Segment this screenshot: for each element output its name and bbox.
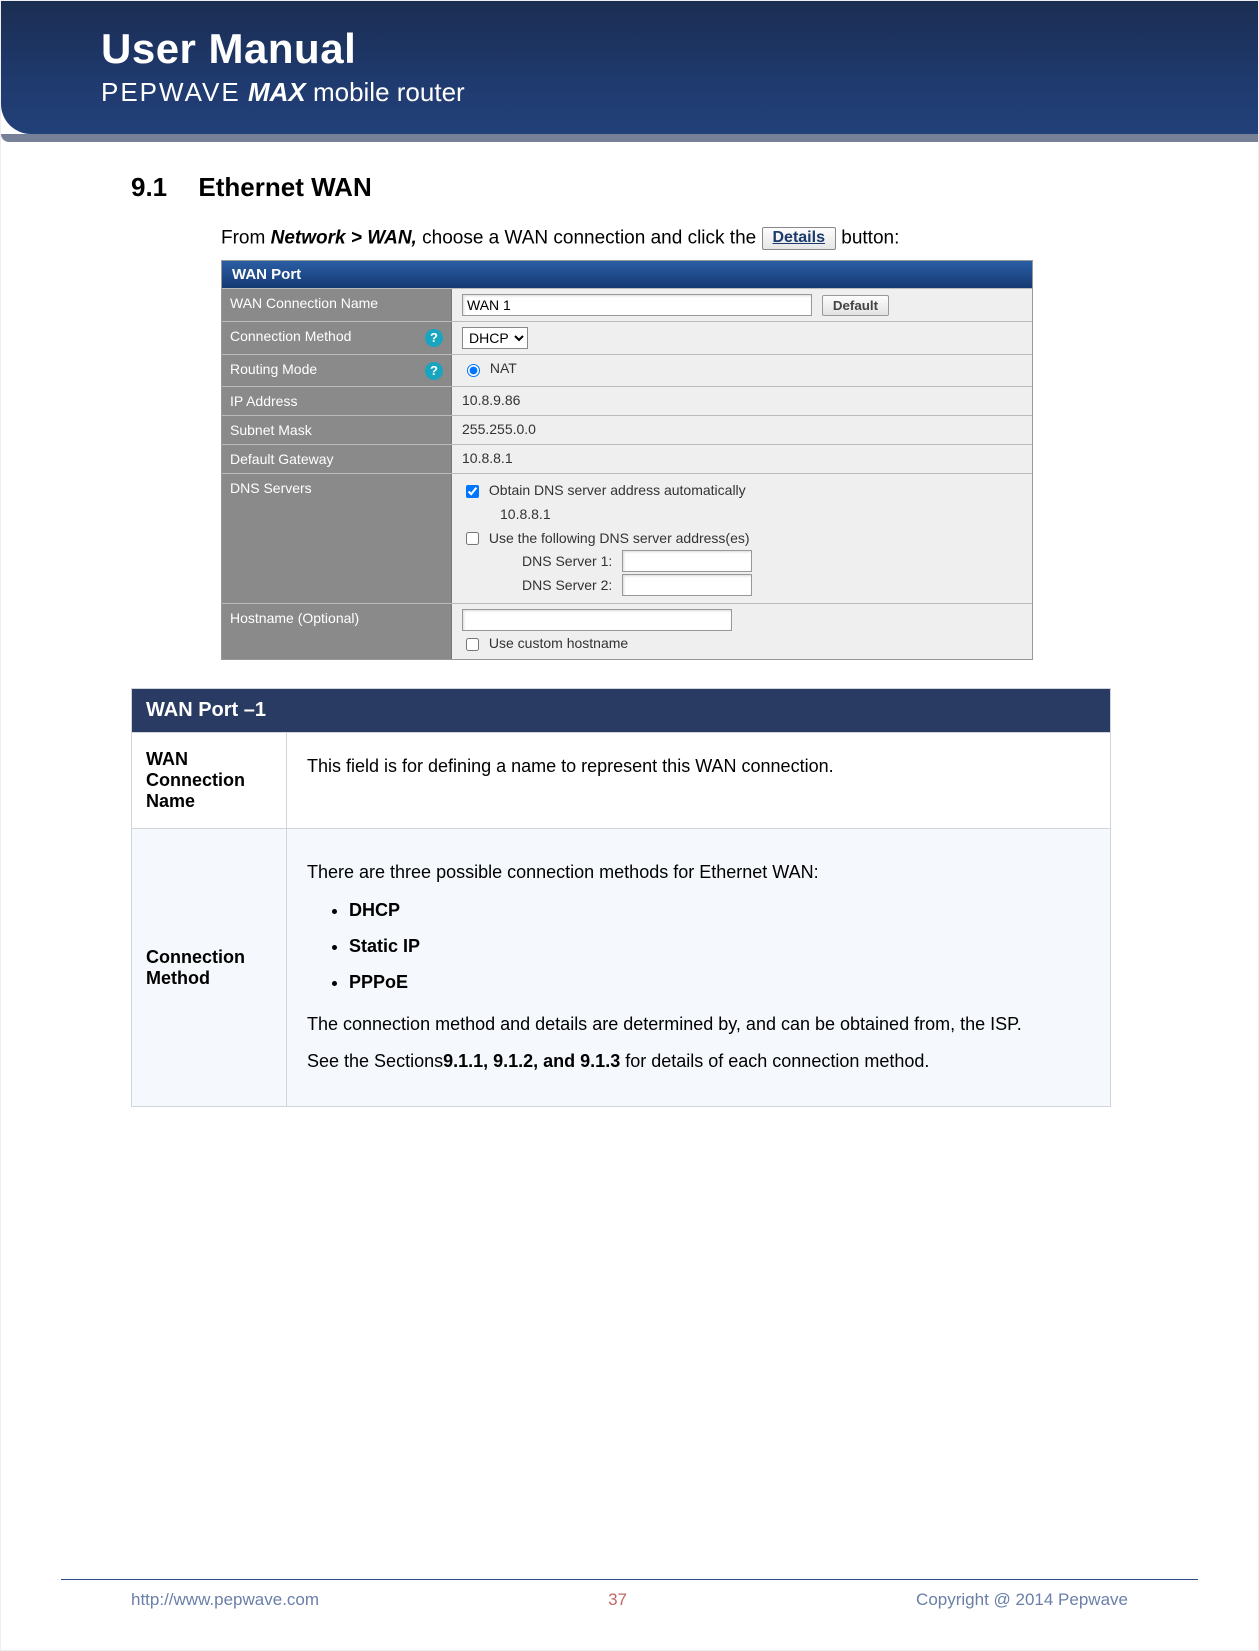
desc-label: WAN Connection Name [132, 733, 287, 828]
breadcrumb: Network > WAN, [271, 228, 417, 249]
dns-server2-input[interactable] [622, 574, 752, 596]
section-title: Ethernet WAN [198, 172, 371, 202]
document-header: User Manual PEPWAVE MAX mobile router [1, 1, 1258, 134]
desc-body: There are three possible connection meth… [287, 829, 1110, 1106]
row-dns-servers: DNS Servers Obtain DNS server address au… [222, 473, 1032, 603]
dns-auto-value: 10.8.8.1 [500, 503, 1022, 527]
label-wan-connection-name: WAN Connection Name [222, 289, 452, 321]
tagline: mobile router [313, 77, 465, 107]
row-connection-method: Connection Method ? DHCP [222, 321, 1032, 354]
section-number: 9.1 [131, 172, 167, 202]
wan-port-panel: WAN Port WAN Connection Name Default Con… [221, 260, 1033, 660]
details-button[interactable]: Details [762, 227, 836, 250]
dns-manual-option[interactable]: Use the following DNS server address(es) [462, 530, 750, 546]
dns-server2-label: DNS Server 2: [522, 577, 612, 593]
label-dns-servers: DNS Servers [222, 474, 452, 603]
value-subnet-mask: 255.255.0.0 [452, 416, 1032, 444]
model-name: MAX [248, 77, 306, 107]
value-default-gateway: 10.8.8.1 [452, 445, 1032, 473]
label-hostname: Hostname (Optional) [222, 604, 452, 659]
routing-mode-nat[interactable]: NAT [462, 360, 517, 376]
brand-name: PEPWAVE [101, 77, 241, 107]
list-item: Static IP [349, 933, 1090, 961]
description-table: WAN Port –1 WAN Connection Name This fie… [131, 688, 1111, 1107]
dns-manual-checkbox[interactable] [466, 532, 479, 545]
row-hostname: Hostname (Optional) Use custom hostname [222, 603, 1032, 659]
footer-copyright: Copyright @ 2014 Pepwave [916, 1590, 1128, 1610]
desc-body: This field is for defining a name to rep… [287, 733, 1110, 828]
row-wan-connection-name: WAN Connection Name Default [222, 288, 1032, 321]
value-ip-address: 10.8.9.86 [452, 387, 1032, 415]
row-default-gateway: Default Gateway 10.8.8.1 [222, 444, 1032, 473]
desc-table-header: WAN Port –1 [132, 689, 1110, 732]
list-item: PPPoE [349, 969, 1090, 997]
dns-auto-checkbox[interactable] [466, 485, 479, 498]
custom-hostname-checkbox[interactable] [466, 638, 479, 651]
dns-server1-label: DNS Server 1: [522, 553, 612, 569]
label-default-gateway: Default Gateway [222, 445, 452, 473]
desc-label: Connection Method [132, 829, 287, 1106]
dns-auto-option[interactable]: Obtain DNS server address automatically [462, 482, 746, 498]
connection-method-select[interactable]: DHCP [462, 327, 528, 349]
desc-row-connection-method: Connection Method There are three possib… [132, 828, 1110, 1106]
desc-row-wan-connection-name: WAN Connection Name This field is for de… [132, 732, 1110, 828]
section-heading: 9.1 Ethernet WAN [131, 172, 1128, 203]
method-list: DHCP Static IP PPPoE [349, 897, 1090, 997]
dns-server1-input[interactable] [622, 550, 752, 572]
header-subtitle: PEPWAVE MAX mobile router [101, 77, 1198, 108]
footer-divider [61, 1579, 1198, 1580]
header-title: User Manual [101, 25, 1198, 73]
row-subnet-mask: Subnet Mask 255.255.0.0 [222, 415, 1032, 444]
nat-radio[interactable] [467, 364, 480, 377]
footer-url: http://www.pepwave.com [131, 1590, 319, 1610]
label-subnet-mask: Subnet Mask [222, 416, 452, 444]
label-connection-method: Connection Method ? [222, 322, 452, 354]
wan-connection-name-input[interactable] [462, 294, 812, 316]
list-item: DHCP [349, 897, 1090, 925]
custom-hostname-option[interactable]: Use custom hostname [462, 635, 628, 651]
help-icon[interactable]: ? [425, 329, 443, 347]
help-icon[interactable]: ? [425, 362, 443, 380]
label-ip-address: IP Address [222, 387, 452, 415]
intro-text: From Network > WAN, choose a WAN connect… [221, 227, 1128, 250]
hostname-input[interactable] [462, 609, 732, 631]
page-footer: http://www.pepwave.com 37 Copyright @ 20… [131, 1590, 1128, 1610]
panel-title: WAN Port [222, 261, 1032, 288]
row-ip-address: IP Address 10.8.9.86 [222, 386, 1032, 415]
row-routing-mode: Routing Mode ? NAT [222, 354, 1032, 386]
page-number: 37 [608, 1590, 627, 1610]
label-routing-mode: Routing Mode ? [222, 355, 452, 386]
default-button[interactable]: Default [822, 295, 889, 316]
